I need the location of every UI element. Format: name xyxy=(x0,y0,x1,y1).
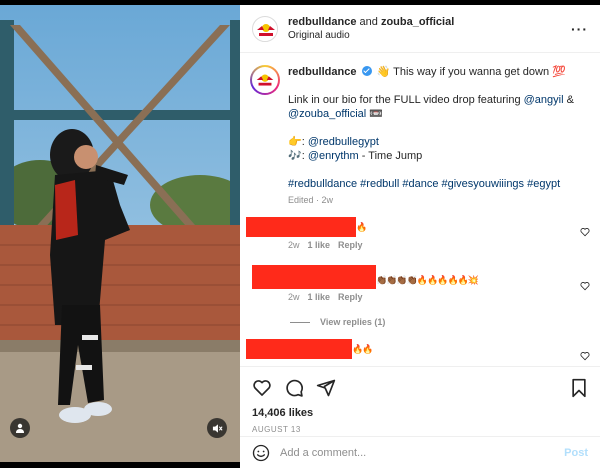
mute-button[interactable] xyxy=(207,418,227,438)
like-heart-icon[interactable] xyxy=(252,378,272,398)
caption-line3-prefix: 👉: xyxy=(288,136,308,148)
comment-input[interactable] xyxy=(280,446,565,459)
caption-avatar[interactable] xyxy=(250,65,280,95)
comment-like-icon[interactable] xyxy=(580,227,590,237)
comment-reply-button[interactable]: Reply xyxy=(338,292,363,302)
caption-hashtags[interactable]: #redbulldance #redbull #dance #givesyouw… xyxy=(288,177,586,191)
post-authors: redbulldance and zouba_official xyxy=(288,16,571,28)
comment-text: 👏🏾👏🏾👏🏾👏🏾🔥🔥🔥🔥🔥💥 xyxy=(376,275,479,285)
view-replies-button[interactable]: View replies (1) xyxy=(290,317,385,327)
authors-joiner: and xyxy=(356,16,381,28)
verified-badge-icon xyxy=(361,66,372,76)
caption-line2-amp: & xyxy=(563,94,574,106)
add-comment-bar: Post xyxy=(240,436,600,468)
mention-angyil[interactable]: @angyil xyxy=(524,94,564,106)
caption-line4-suffix: - Time Jump xyxy=(358,150,423,162)
redacted-comment xyxy=(246,217,356,237)
comment-item: 👏🏾👏🏾👏🏾👏🏾🔥🔥🔥🔥🔥💥 2w 1 like Reply View replie… xyxy=(240,265,600,335)
comment-text: 🔥🔥 xyxy=(352,344,373,354)
comment-age: 2w xyxy=(288,292,300,302)
mention-enrythm[interactable]: @enrythm xyxy=(308,150,359,162)
mention-zouba[interactable]: @zouba_official xyxy=(288,108,366,120)
caption-line2-prefix: Link in our bio for the FULL video drop … xyxy=(288,94,524,106)
author-avatar[interactable] xyxy=(252,15,278,42)
comment-reply-button[interactable]: Reply xyxy=(338,240,363,250)
comment-meta: 2w 1 like Reply xyxy=(288,240,363,250)
video-frame xyxy=(0,5,240,462)
comment-text: 🔥 xyxy=(356,222,367,232)
post-details-panel: redbulldance and zouba_official Original… xyxy=(240,5,600,468)
comment-like-icon[interactable] xyxy=(580,351,590,361)
likes-count[interactable]: 14,406 likes xyxy=(252,407,588,419)
comment-item: 🔥 2w 1 like Reply xyxy=(240,217,600,265)
redbull-logo-icon xyxy=(254,17,277,41)
comment-age: 2w xyxy=(288,240,300,250)
emoji-picker-icon[interactable] xyxy=(252,444,270,462)
redacted-comment xyxy=(252,265,376,289)
redbull-logo-icon xyxy=(253,68,277,92)
post-date: AUGUST 13 xyxy=(252,425,301,434)
comment-meta: 2w 1 like Reply xyxy=(288,292,363,302)
instagram-post-modal: redbulldance and zouba_official Original… xyxy=(0,0,600,468)
mention-redbullegypt[interactable]: @redbullegypt xyxy=(308,136,379,148)
comment-likes[interactable]: 1 like xyxy=(308,240,331,250)
share-send-icon[interactable] xyxy=(316,378,336,398)
user-icon xyxy=(16,423,24,433)
redacted-comment xyxy=(246,339,352,359)
post-video[interactable] xyxy=(0,5,240,462)
speaker-muted-icon xyxy=(212,423,223,433)
caption-line2-suffix: 📼 xyxy=(366,108,384,120)
audio-link[interactable]: Original audio xyxy=(288,30,571,41)
caption-line4-prefix: 🎶: xyxy=(288,150,308,162)
post-caption: redbulldance 👋 This way if you wanna get… xyxy=(240,53,600,207)
more-icon[interactable]: ··· xyxy=(571,21,588,37)
tagged-users-button[interactable] xyxy=(10,418,30,438)
post-header: redbulldance and zouba_official Original… xyxy=(240,5,600,53)
caption-username[interactable]: redbulldance xyxy=(288,66,356,78)
comment-likes[interactable]: 1 like xyxy=(308,292,331,302)
caption-line1: 👋 This way if you wanna get down 💯 xyxy=(376,66,566,78)
caption-edited: Edited · 2w xyxy=(288,195,334,205)
comments-scroll-area[interactable]: redbulldance 👋 This way if you wanna get… xyxy=(240,53,600,366)
author-link-redbulldance[interactable]: redbulldance xyxy=(288,16,356,28)
post-comment-button[interactable]: Post xyxy=(564,447,588,459)
author-link-zouba[interactable]: zouba_official xyxy=(381,16,454,28)
comment-like-icon[interactable] xyxy=(580,281,590,291)
comment-item: 🔥🔥 xyxy=(240,339,600,366)
post-actions: 14,406 likes AUGUST 13 xyxy=(240,366,600,436)
save-bookmark-icon[interactable] xyxy=(570,378,588,398)
comment-bubble-icon[interactable] xyxy=(284,378,304,398)
